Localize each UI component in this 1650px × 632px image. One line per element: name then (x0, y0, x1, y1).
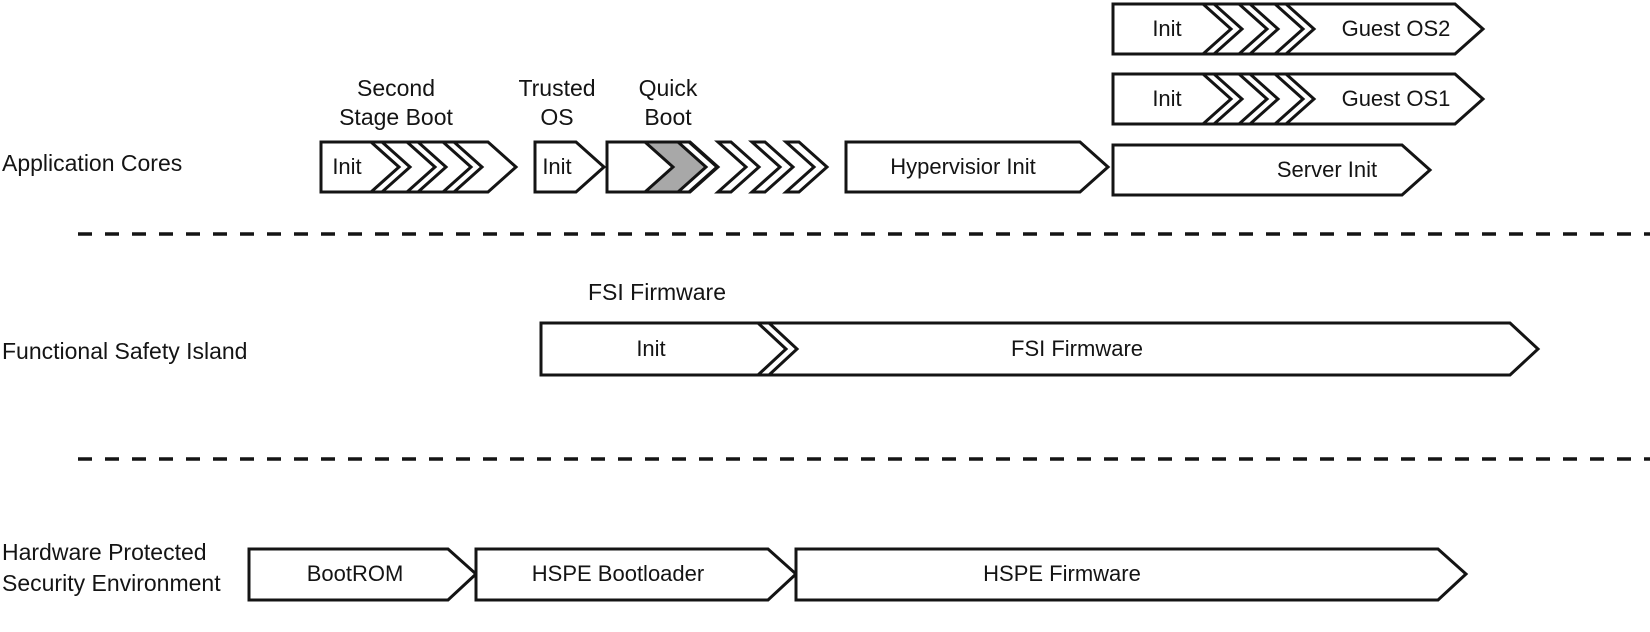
caption-second-stage-boot-line1: Second (357, 75, 435, 101)
caption-quick-boot-line1: Quick (639, 75, 698, 101)
caption-second-stage-boot-line2: Stage Boot (339, 104, 453, 130)
server-init-label: Server Init (1277, 157, 1377, 182)
trusted-os-bar[interactable]: Init (533, 140, 607, 194)
row-label-application-cores: Application Cores (2, 150, 182, 176)
guest-os1-bar[interactable]: Init Guest OS1 (1111, 72, 1486, 126)
hypervisor-init-bar[interactable]: Hypervisior Init (844, 140, 1111, 194)
hypervisor-init-label: Hypervisior Init (890, 154, 1035, 179)
second-stage-boot-bar[interactable]: Init (319, 140, 519, 194)
fsi-firmware-label: FSI Firmware (1011, 336, 1143, 361)
guest-os2-bar[interactable]: Init Guest OS2 (1111, 2, 1486, 56)
second-stage-boot-init-label: Init (332, 154, 361, 179)
diagram-canvas: Application Cores Functional Safety Isla… (0, 0, 1650, 632)
hspe-bootloader-label: HSPE Bootloader (532, 561, 704, 586)
guest-os1-label: Guest OS1 (1342, 86, 1451, 111)
caption-trusted-os-line1: Trusted (518, 75, 595, 101)
caption-trusted-os-line2: OS (540, 104, 573, 130)
server-init-bar[interactable]: Server Init (1111, 143, 1433, 197)
caption-quick-boot-line2: Boot (644, 104, 692, 130)
guest-os1-init-label: Init (1152, 86, 1181, 111)
guest-os2-label: Guest OS2 (1342, 16, 1451, 41)
fsi-firmware-bar[interactable]: Init FSI Firmware (539, 321, 1541, 377)
bootrom-bar[interactable]: BootROM (247, 547, 479, 602)
quick-boot-segment-3 (714, 140, 762, 194)
guest-os2-init-label: Init (1152, 16, 1181, 41)
row-label-hpse-line1: Hardware Protected (2, 539, 207, 565)
row-label-functional-safety-island: Functional Safety Island (2, 338, 247, 364)
quick-boot-group[interactable] (605, 140, 830, 194)
bootrom-label: BootROM (307, 561, 404, 586)
hspe-firmware-bar[interactable]: HSPE Firmware (794, 547, 1469, 602)
hspe-bootloader-bar[interactable]: HSPE Bootloader (474, 547, 799, 602)
boot-sequence-diagram: Application Cores Functional Safety Isla… (2, 2, 1650, 602)
row-label-hpse-line2: Security Environment (2, 570, 221, 596)
hspe-firmware-label: HSPE Firmware (983, 561, 1141, 586)
trusted-os-init-label: Init (542, 154, 571, 179)
caption-fsi-firmware: FSI Firmware (588, 279, 726, 305)
fsi-init-label: Init (636, 336, 665, 361)
